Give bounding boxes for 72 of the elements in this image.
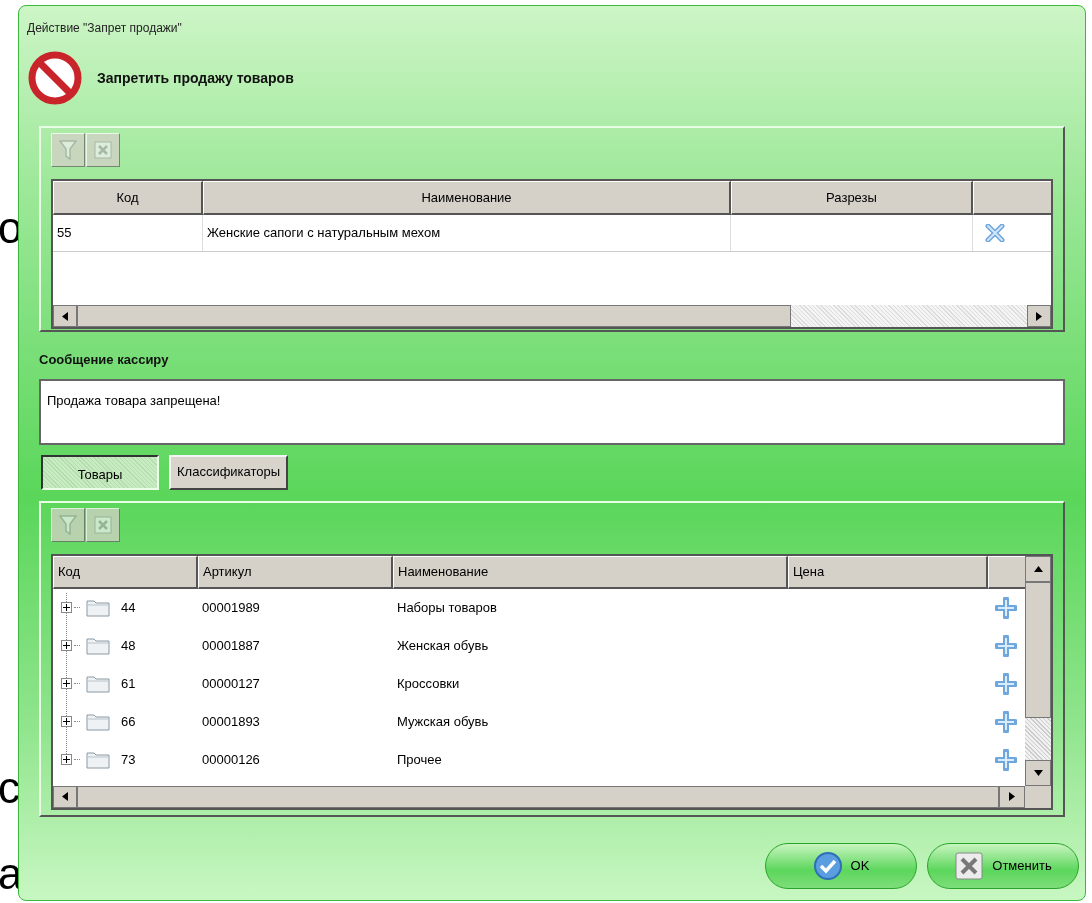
table-cell-text: 66: [121, 712, 136, 731]
table-cell-text: 00000127: [201, 674, 261, 693]
scroll-left-button[interactable]: [53, 305, 77, 327]
arrow-icon: [1009, 792, 1015, 801]
scroll-right-button[interactable]: [999, 785, 1025, 808]
cancel-button[interactable]: Отменить: [927, 842, 1079, 889]
ok-button[interactable]: OK: [765, 842, 917, 889]
funnel-icon: [59, 513, 77, 536]
add-icon[interactable]: [995, 748, 1017, 771]
column-header[interactable]: Цена: [788, 555, 988, 589]
folder-icon: [86, 636, 110, 655]
table-cell-text: Мужская обувь: [396, 712, 490, 731]
expand-toggle[interactable]: [61, 678, 72, 689]
scroll-left-button[interactable]: [53, 785, 77, 808]
folder-icon: [86, 598, 110, 617]
close-icon: [94, 141, 112, 159]
arrow-icon: [1036, 311, 1042, 321]
scrollbar-thumb[interactable]: [77, 305, 791, 327]
table-cell-text: Наборы товаров: [396, 598, 498, 617]
add-icon[interactable]: [995, 596, 1017, 619]
add-icon[interactable]: [995, 710, 1017, 733]
close-icon: [954, 850, 985, 881]
expand-toggle[interactable]: [61, 716, 72, 727]
expand-toggle[interactable]: [61, 602, 72, 613]
column-header[interactable]: Наименование: [393, 555, 788, 589]
table-cell-text: 00001893: [201, 712, 261, 731]
folder-icon: [86, 750, 110, 769]
table-cell-text: 00001887: [201, 636, 261, 655]
add-icon[interactable]: [995, 672, 1017, 695]
scroll-up-button[interactable]: [1025, 555, 1051, 582]
window-title: Действие "Запрет продажи": [27, 20, 182, 37]
table-cell: Женские сапоги с натуральным мехом: [203, 215, 731, 251]
table-cell-text: Кроссовки: [396, 674, 461, 693]
table-cell-text: 44: [121, 598, 136, 617]
column-header[interactable]: Код: [53, 555, 198, 589]
column-header[interactable]: Код: [53, 181, 203, 215]
column-header[interactable]: Разрезы: [731, 181, 973, 215]
table-cell: 55: [53, 215, 203, 251]
scroll-right-button[interactable]: [1027, 305, 1051, 327]
folder-icon: [86, 674, 110, 693]
table-cell-text: 61: [121, 674, 136, 693]
scrollbar-thumb[interactable]: [1025, 581, 1051, 718]
folder-icon: [86, 712, 110, 731]
tab[interactable]: Товары: [41, 454, 159, 490]
scroll-down-button[interactable]: [1025, 759, 1051, 786]
close-icon: [94, 515, 112, 534]
table-cell-text: Прочее: [396, 750, 443, 769]
background-text: с: [0, 766, 20, 810]
table-cell-text: Женская обувь: [396, 636, 490, 655]
expand-toggle[interactable]: [61, 640, 72, 651]
add-icon[interactable]: [995, 634, 1017, 657]
remove-icon[interactable]: [985, 224, 1005, 242]
arrow-icon: [1033, 565, 1043, 572]
arrow-icon: [62, 792, 68, 801]
arrow-icon: [1033, 769, 1043, 776]
table-cell-text: 00001989: [201, 598, 261, 617]
checkmark-icon: [812, 850, 843, 881]
tab[interactable]: Классификаторы: [169, 454, 289, 490]
prohibited-icon: [27, 51, 83, 105]
table-cell-text: 00000126: [201, 750, 261, 769]
scrollbar-thumb[interactable]: [77, 785, 999, 808]
column-header[interactable]: Артикул: [198, 555, 393, 589]
column-header[interactable]: Наименование: [203, 181, 731, 215]
field-label: Сообщение кассиру: [39, 351, 169, 369]
dialog-heading: Запретить продажу товаров: [97, 68, 294, 88]
arrow-icon: [62, 311, 68, 321]
table-cell-text: 73: [121, 750, 136, 769]
table-cell-text: 48: [121, 636, 136, 655]
message-field[interactable]: Продажа товара запрещена!: [39, 378, 1065, 445]
expand-toggle[interactable]: [61, 754, 72, 765]
column-header[interactable]: [973, 181, 1051, 215]
funnel-icon: [59, 139, 77, 161]
